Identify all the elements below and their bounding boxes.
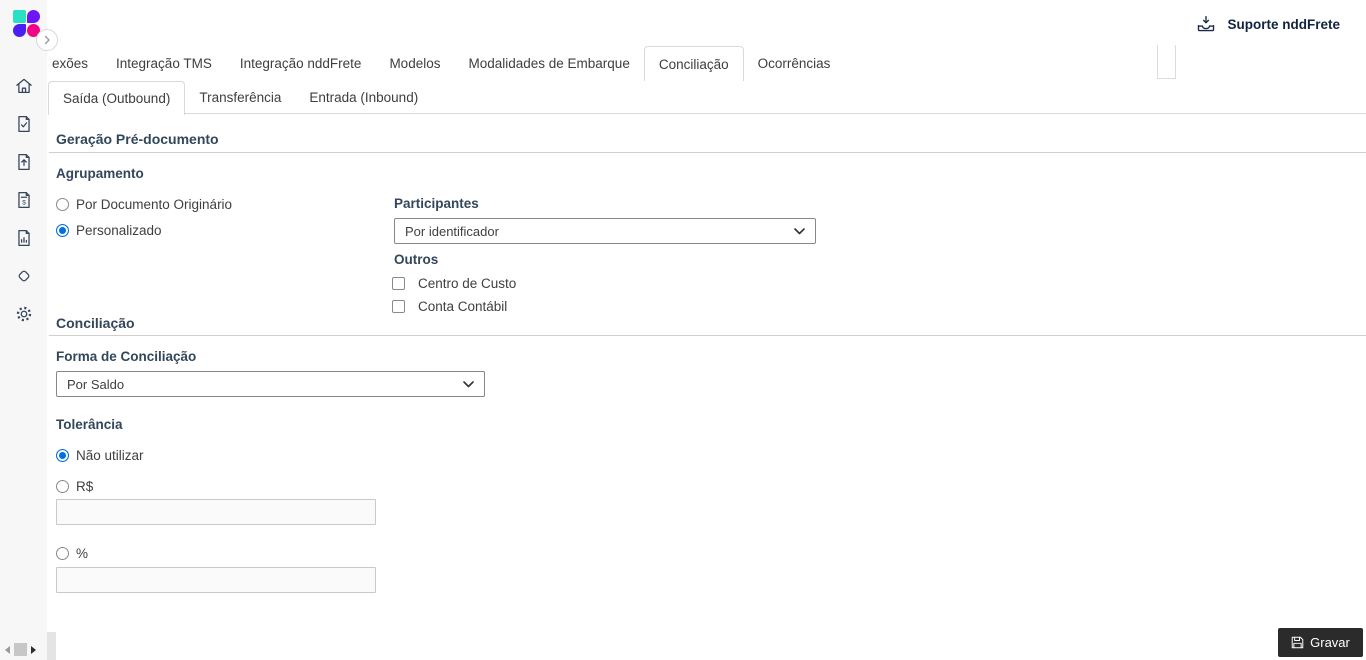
radio-icon: [56, 198, 69, 211]
tolerancia-reais-input[interactable]: [56, 499, 376, 525]
radio-label: Personalizado: [76, 223, 162, 238]
svg-text:$: $: [22, 200, 26, 207]
agrupamento-label: Agrupamento: [56, 166, 144, 181]
logo-tile-purple: [27, 10, 40, 23]
radio-label: %: [76, 546, 89, 561]
settings-tab-strip: exões Integração TMS Integração nddFrete…: [48, 46, 844, 81]
tab-conciliacao[interactable]: Conciliação: [643, 46, 744, 81]
tab-modalidades-embarque[interactable]: Modalidades de Embarque: [454, 46, 643, 81]
tab-integracao-tms[interactable]: Integração TMS: [102, 46, 226, 81]
checkbox-label: Conta Contábil: [418, 299, 508, 314]
section-divider: [49, 152, 1366, 153]
radio-icon: [56, 224, 69, 237]
radio-icon: [56, 547, 69, 560]
tab-strip-overflow-placeholder: [1157, 45, 1176, 79]
participantes-select[interactable]: Por identificador: [394, 218, 816, 244]
inbox-download-icon: [1198, 15, 1215, 32]
participantes-selected-value: Por identificador: [405, 223, 499, 239]
scroll-left-arrow-icon[interactable]: [5, 645, 10, 654]
scrollbar-corner: [47, 632, 56, 660]
radio-reais[interactable]: R$: [56, 479, 93, 494]
document-upload-icon[interactable]: [12, 150, 36, 174]
checkbox-icon: [392, 277, 405, 290]
checkbox-label: Centro de Custo: [418, 276, 517, 291]
scrollbar-thumb[interactable]: [14, 643, 27, 656]
app-window: $ Suporte nddFrete exões Integração TMS …: [0, 0, 1366, 660]
document-report-icon[interactable]: [12, 226, 36, 250]
scroll-right-arrow-icon[interactable]: [31, 645, 36, 654]
sidebar: $: [0, 0, 47, 660]
ndd-logo: [13, 10, 40, 37]
save-button-label: Gravar: [1310, 635, 1350, 650]
forma-conciliacao-label: Forma de Conciliação: [56, 349, 197, 364]
radio-por-documento-originario[interactable]: Por Documento Originário: [56, 197, 232, 212]
chevron-down-icon: [463, 380, 474, 387]
tab-modelos[interactable]: Modelos: [375, 46, 454, 81]
tab-conexoes-clipped[interactable]: exões: [48, 46, 102, 81]
tolerancia-percentual-input[interactable]: [56, 567, 376, 593]
tolerancia-label: Tolerância: [56, 417, 123, 432]
checkbox-centro-de-custo[interactable]: Centro de Custo: [392, 276, 516, 291]
forma-conciliacao-select[interactable]: Por Saldo: [56, 371, 485, 397]
checkbox-conta-contabil[interactable]: Conta Contábil: [392, 299, 507, 314]
chevron-right-icon: [44, 35, 50, 45]
radio-label: Não utilizar: [76, 448, 144, 463]
document-invoice-icon[interactable]: $: [12, 188, 36, 212]
sidebar-expand-button[interactable]: [36, 29, 58, 51]
tab-transferencia[interactable]: Transferência: [185, 81, 295, 114]
horizontal-scrollbar: [5, 643, 36, 656]
section-title-conciliacao: Conciliação: [56, 315, 135, 331]
tab-saida-outbound[interactable]: Saída (Outbound): [48, 81, 186, 115]
logo-tile-indigo: [13, 24, 26, 37]
radio-label: R$: [76, 479, 94, 494]
participantes-label: Participantes: [394, 196, 479, 211]
outros-label: Outros: [394, 252, 439, 267]
tab-entrada-inbound[interactable]: Entrada (Inbound): [295, 81, 432, 114]
radio-percentual[interactable]: %: [56, 546, 88, 561]
save-button[interactable]: Gravar: [1278, 628, 1363, 657]
support-link[interactable]: Suporte nddFrete: [1195, 13, 1340, 35]
radio-icon: [56, 480, 69, 493]
radio-label: Por Documento Originário: [76, 197, 233, 212]
tab-integracao-nddfrete[interactable]: Integração nddFrete: [226, 46, 376, 81]
diamond-sync-icon[interactable]: [12, 264, 36, 288]
radio-nao-utilizar[interactable]: Não utilizar: [56, 448, 144, 463]
floppy-disk-icon: [1291, 636, 1304, 649]
logo-tile-teal: [13, 10, 26, 23]
chevron-down-icon: [794, 227, 805, 234]
section-title-geracao-pre-documento: Geração Pré-documento: [56, 131, 219, 147]
sidebar-nav: $: [0, 74, 47, 326]
settings-gear-icon[interactable]: [12, 302, 36, 326]
forma-conciliacao-selected-value: Por Saldo: [67, 376, 125, 392]
radio-personalizado[interactable]: Personalizado: [56, 223, 162, 238]
tab-ocorrencias[interactable]: Ocorrências: [744, 46, 845, 81]
document-check-icon[interactable]: [12, 112, 36, 136]
direction-tab-strip: Saída (Outbound) Transferência Entrada (…: [48, 81, 432, 115]
radio-icon: [56, 449, 69, 462]
support-label: Suporte nddFrete: [1227, 16, 1340, 32]
checkbox-icon: [392, 300, 405, 313]
section-divider: [49, 335, 1366, 336]
home-icon[interactable]: [12, 74, 36, 98]
